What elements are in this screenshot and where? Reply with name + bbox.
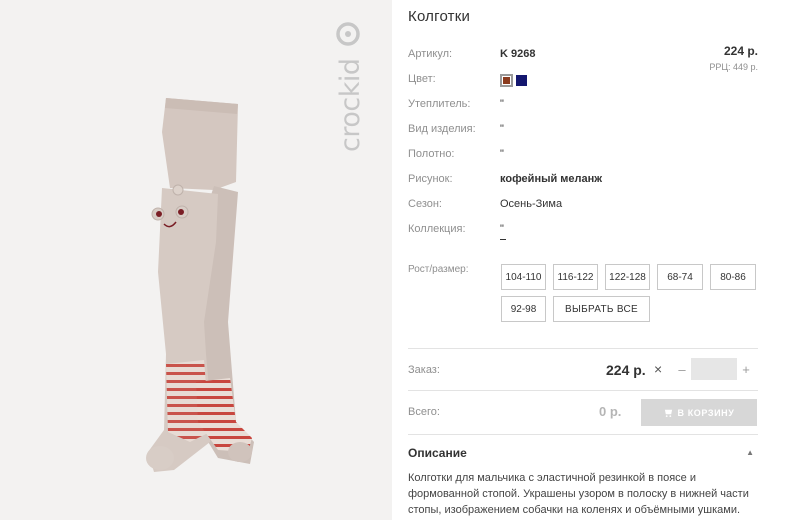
cart-icon	[664, 409, 672, 417]
spec-label: Цвет:	[408, 73, 436, 85]
spec-row-color: Цвет:	[408, 73, 758, 89]
quantity-increase-button[interactable]: +	[740, 362, 752, 377]
total-label: Всего:	[408, 406, 440, 418]
product-photo[interactable]	[100, 92, 260, 482]
spec-row-fabric: Полотно: "	[408, 148, 758, 164]
spec-label: Артикул:	[408, 48, 453, 60]
crockid-logo-icon: crockid	[335, 22, 366, 153]
product-title: Колготки	[408, 8, 471, 25]
article-value: K 9268	[500, 48, 536, 60]
spec-label: Утеплитель:	[408, 98, 471, 110]
spec-row-pattern: Рисунок: кофейный меланж	[408, 173, 758, 189]
spec-label: Рисунок:	[408, 173, 453, 185]
order-price: 224 р.	[606, 362, 646, 378]
spec-label: Сезон:	[408, 198, 442, 210]
total-value: 0 р.	[599, 404, 622, 419]
divider	[408, 434, 758, 435]
select-all-sizes-button[interactable]: ВЫБРАТЬ ВСЕ	[553, 296, 650, 322]
svg-text:crockid: crockid	[335, 59, 366, 153]
product-info-panel: Колготки 224 р. РРЦ: 449 р. Артикул: K 9…	[408, 0, 758, 520]
fabric-value: "	[500, 148, 504, 160]
color-swatch-navy[interactable]	[516, 75, 527, 86]
size-option-68-74[interactable]: 68-74	[657, 264, 703, 290]
divider	[408, 348, 758, 349]
divider	[408, 390, 758, 391]
size-option-80-86[interactable]: 80-86	[710, 264, 756, 290]
sizes-label: Рост/размер:	[408, 264, 469, 275]
description-title[interactable]: Описание	[408, 446, 467, 460]
add-to-cart-button[interactable]: В КОРЗИНУ	[641, 399, 757, 426]
collection-underline	[500, 239, 506, 240]
spec-label: Полотно:	[408, 148, 455, 160]
description-text: Колготки для мальчика с эластичной резин…	[408, 472, 749, 516]
spec-row-insulation: Утеплитель: "	[408, 98, 758, 114]
multiply-icon: ×	[654, 361, 663, 377]
product-image-panel: crockid	[0, 0, 392, 520]
spec-row-article: Артикул: K 9268	[408, 48, 758, 64]
size-option-116-122[interactable]: 116-122	[553, 264, 598, 290]
spec-label: Коллекция:	[408, 223, 466, 235]
spec-row-type: Вид изделия: "	[408, 123, 758, 139]
spec-row-collection: Коллекция: "	[408, 223, 758, 239]
size-option-122-128[interactable]: 122-128	[605, 264, 650, 290]
insulation-value: "	[500, 98, 504, 110]
collection-link[interactable]: "	[500, 223, 504, 235]
type-value: "	[500, 123, 504, 135]
quantity-decrease-button[interactable]: –	[676, 362, 688, 377]
brand-logo: crockid	[332, 22, 366, 156]
tights-image-icon	[146, 98, 254, 472]
size-option-92-98[interactable]: 92-98	[501, 296, 546, 322]
size-option-104-110[interactable]: 104-110	[501, 264, 546, 290]
pattern-value: кофейный меланж	[500, 173, 603, 185]
spec-label: Вид изделия:	[408, 123, 476, 135]
add-to-cart-label: В КОРЗИНУ	[677, 407, 735, 418]
order-label: Заказ:	[408, 364, 440, 376]
quantity-input[interactable]	[691, 358, 737, 380]
season-value: Осень-Зима	[500, 198, 563, 210]
collapse-icon[interactable]: ▲	[746, 448, 754, 457]
color-swatch-brown[interactable]	[500, 74, 513, 87]
spec-row-season: Сезон: Осень-Зима	[408, 198, 758, 214]
